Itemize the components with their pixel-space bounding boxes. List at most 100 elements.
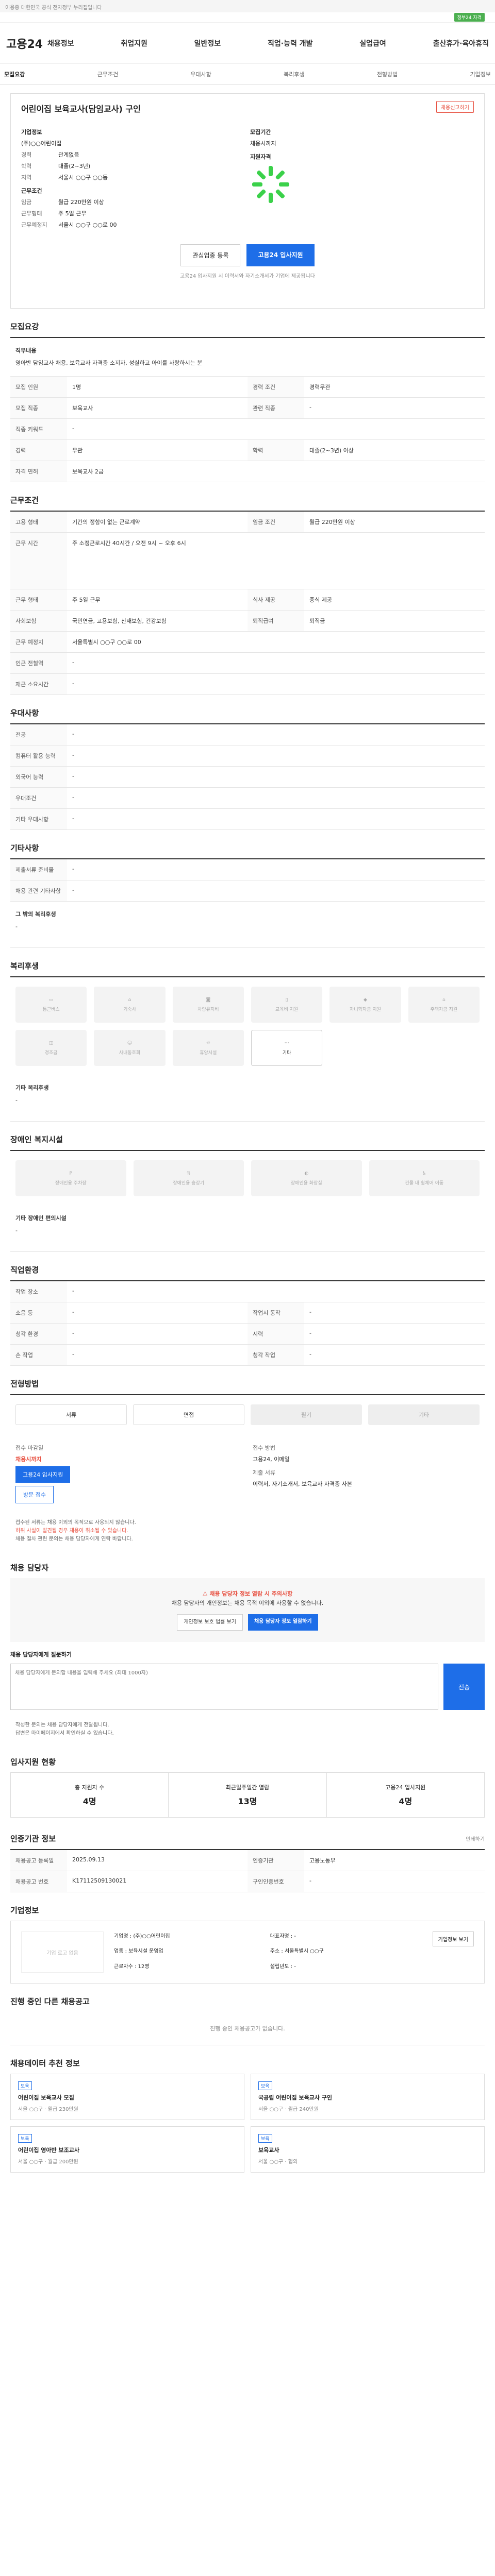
company-info: 기업명 : (주)○○어린이집 대표자명 : - 업종 : 보육시설 운영업 주… [114,1931,422,1973]
reg-panel: 채용공고 등록일 2025.09.13 인증기관 고용노동부 채용공고 번호 K1711… [10,1849,485,1892]
table-row: 경력 무관 학력 대졸(2~3년) 이상 [10,440,485,461]
table-row: 근무 예정지 서울특별시 ○○구 ○○로 00 [10,632,485,653]
reco-card[interactable]: 보육 어린이집 영아반 보조교사 서울 ○○구 · 월급 200만원 [10,2126,244,2173]
welfare-tile: ⌂ 주택자금 지원 [408,987,480,1023]
inquiry-textarea[interactable] [10,1664,438,1710]
apply-note: 고용24 입사지원 시 이력서와 자기소개서가 기업에 제공됩니다 [180,274,315,279]
interest-button[interactable]: 관심업종 등록 [180,244,241,266]
table-row: 채용공고 번호 K17112509130021 구인인증번호 - [10,1871,485,1892]
table-row: 기타 우대사항 - [10,809,485,830]
process-steps: 서류 면접 필기 기타 [10,1395,485,1434]
house-icon: ⌂ [128,997,131,1003]
welfare-extra: 기타 복리후생 - [10,1075,485,1122]
table-row: 근무 시간 주 소정근로시간 40시간 / 오전 9시 ~ 오후 6시 [10,533,485,589]
tab-company[interactable]: 기업정보 [470,70,491,78]
resort-icon: ☼ [206,1040,210,1046]
process-panel: 서류 면접 필기 기타 접수 마감일 채용시까지 고용24 입사지원 방문 접수… [10,1394,485,1550]
section-title-process: 전형방법 [10,1379,39,1388]
disabled-extra: 기타 장애인 편의시설 - [10,1206,485,1252]
welfare-grid: ▭ 통근버스 ⌂ 기숙사 ◙ 차량유지비 ▯ 교육비 지원 ◆ 자녀학자금 지원 ⌂ 주택자… [10,977,485,1075]
section-title-recruit: 모집요강 [10,322,39,331]
gnb-item[interactable]: 취업지원 [121,38,147,48]
section-title-prefer: 우대사항 [10,708,39,718]
stat-item: 고용24 입사지원 4명 [385,1784,426,1806]
gnb-item[interactable]: 실업급여 [359,38,386,48]
people-icon: ☺ [127,1040,133,1046]
elevator-icon: ⇅ [186,1171,191,1176]
reco-card[interactable]: 보육 국공립 어린이집 보육교사 구인 서울 ○○구 · 월급 240만원 [251,2074,485,2120]
section-tabs: 모집요강 근무조건 우대사항 복리후생 전형방법 기업정보 [0,64,495,85]
section-title-disabled: 장애인 복지시설 [10,1135,63,1144]
toilet-icon: ◐ [304,1171,309,1176]
stat-item: 총 지원자 수 4명 [11,1773,169,1817]
work-panel: 고용 형태 기간의 정함이 없는 근로계약 임금 조건 월급 220만원 이상 근무 … [10,511,485,695]
gnb-item[interactable]: 일반정보 [194,38,221,48]
view-contact-button[interactable]: 채용 담당자 정보 열람하기 [248,1614,318,1631]
other-extra: 그 밖의 복리후생 - [10,902,485,948]
summary-row: 근무예정지 서울시 ○○구 ○○로 00 [21,222,117,228]
welfare-panel: ▭ 통근버스 ⌂ 기숙사 ◙ 차량유지비 ▯ 교육비 지원 ◆ 자녀학자금 지원 ⌂ 주택자… [10,976,485,1122]
visit-button[interactable]: 방문 접수 [15,1486,54,1503]
section-title-contact: 채용 담당자 [10,1563,49,1572]
gift-icon: ◫ [48,1040,54,1046]
gnb-item[interactable]: 채용정보 [47,38,74,48]
section-title-reg: 인증기관 정보 [10,1834,56,1843]
tab-prefer[interactable]: 우대사항 [190,70,211,78]
reco-card[interactable]: 보육 보육교사 서울 ○○구 · 협의 [251,2126,485,2173]
duty-label: 직무내용 [15,347,37,354]
reco-grid: 보육 어린이집 보육교사 모집 서울 ○○구 · 월급 230만원 보육 국공립 어린… [10,2074,485,2173]
company-detail-button[interactable]: 기업정보 보기 [432,1931,474,1946]
duty-text: 영아반 담임교사 채용, 보육교사 자격증 소지자, 성실하고 아이를 사랑하시… [15,360,203,366]
table-row: 모집 인원 1명 경력 조건 경력무관 [10,377,485,398]
site-logo[interactable]: 고용24 [6,35,47,52]
report-button[interactable]: 채용신고하기 [436,101,474,113]
print-button[interactable]: 인쇄하기 [466,1835,485,1842]
site-header: 고용24 채용정보 취업지원 일반정보 직업·능력 개발 실업급여 출산휴가·육… [0,23,495,64]
etc-icon: ⋯ [284,1040,289,1046]
table-row: 청각 환경 - 시력 - [10,1324,485,1345]
summary-row: 근무형태 주 5일 근무 [21,210,87,217]
apply-button[interactable]: 고용24 입사지원 [246,244,315,266]
tab-process[interactable]: 전형방법 [377,70,398,78]
table-row: 모집 직종 보육교사 관련 직종 - [10,398,485,419]
facility-tile: ⇅ 장애인용 승강기 [133,1160,244,1196]
summary-actions: 관심업종 등록 고용24 입사지원 [21,244,474,266]
home-fund-icon: ⌂ [442,997,446,1003]
facility-tile: ◐ 장애인용 화장실 [251,1160,362,1196]
period-value: 채용시까지 [250,140,276,147]
company-row: 근로자수 : 12명 [114,1963,150,1970]
send-button[interactable]: 전송 [443,1664,485,1710]
tab-recruit[interactable]: 모집요강 [4,70,25,78]
welfare-tile: ◫ 경조금 [15,1030,87,1066]
table-row: 작업 장소 - [10,1281,485,1302]
tab-work[interactable]: 근무조건 [97,70,118,78]
graduation-icon: ◆ [364,997,367,1003]
process-apply-button[interactable]: 고용24 입사지원 [15,1466,71,1483]
welfare-tile: ☺ 사내동호회 [94,1030,166,1066]
company-label: 기업정보 [21,129,42,135]
reco-card[interactable]: 보육 어린이집 보육교사 모집 서울 ○○구 · 월급 230만원 [10,2074,244,2120]
summary-row: 임금 월급 220만원 이상 [21,199,104,206]
table-row: 재근 소요시간 - [10,674,485,695]
summary-left: 기업정보 (주)○○어린이집 경력 관계없음 학력 대졸(2~3년) 지역 서울시 ○… [21,123,245,232]
table-row: 컴퓨터 활용 능력 - [10,745,485,767]
table-row: 손 작업 - 청각 작업 - [10,1345,485,1366]
gov-badge[interactable]: 정부24 자격 [454,13,485,22]
company-row: 대표자명 : - [270,1934,296,1939]
company-row: 설립년도 : - [270,1963,296,1970]
privacy-law-button[interactable]: 개인정보 보호 법률 보기 [177,1614,243,1631]
disabled-grid: P 장애인용 주차장 ⇅ 장애인용 승강기 ◐ 장애인용 화장실 ♿ 건물 내 휠체어 … [10,1151,485,1206]
personal-panel: 작업 장소 - 소음 등 - 작업시 동작 - 청각 환경 - 시력 - 손 작업 - 청각 작업… [10,1280,485,1366]
loading-spinner-icon [252,166,289,203]
gnb-item[interactable]: 직업·능력 개발 [268,38,312,48]
table-row: 채용공고 등록일 2025.09.13 인증기관 고용노동부 [10,1850,485,1871]
apply-col-right: 접수 방법 고용24, 이메일 제출 서류 이력서, 자기소개서, 보육교사 자… [253,1445,353,1487]
gnb-item[interactable]: 출산휴가·육아휴직 [433,38,489,48]
inquiry-label: 채용 담당자에게 질문하기 [10,1651,72,1658]
summary-row: 지역 서울시 ○○구 ○○동 [21,174,108,181]
tab-welfare[interactable]: 복리후생 [284,70,304,78]
company-row: 기업명 : (주)○○어린이집 [114,1934,170,1939]
company-row: 업종 : 보육시설 운영업 [114,1948,163,1955]
duty-block: 직무내용 영아반 담임교사 채용, 보육교사 자격증 소지자, 성실하고 아이를… [10,338,485,377]
apply-col-left: 접수 마감일 채용시까지 고용24 입사지원 방문 접수 [15,1444,242,1503]
